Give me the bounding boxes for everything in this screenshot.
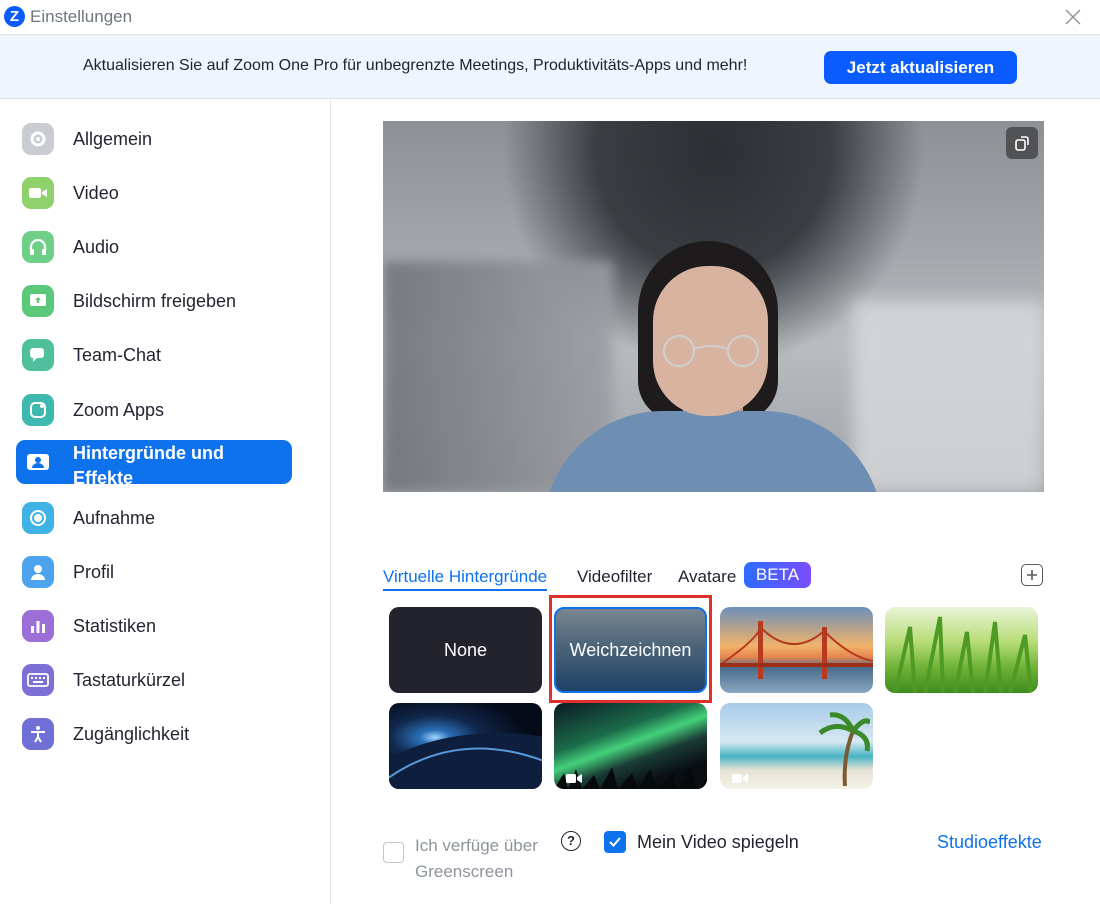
keyboard-icon — [22, 664, 54, 696]
background-earth[interactable] — [389, 703, 542, 789]
gear-icon — [22, 123, 54, 155]
close-icon[interactable] — [1062, 6, 1084, 28]
earth-image — [389, 733, 542, 789]
mirror-video-checkbox[interactable] — [604, 831, 626, 853]
sidebar-item-share-screen[interactable]: Bildschirm freigeben — [16, 279, 292, 323]
plus-icon — [1027, 570, 1037, 580]
profile-icon — [22, 556, 54, 588]
sidebar-item-label: Team-Chat — [73, 345, 162, 365]
settings-sidebar: Allgemein Video Audio Bildschirm freigeb… — [0, 99, 331, 904]
sidebar-item-label: Tastaturkürzel — [73, 670, 186, 690]
video-camera-icon — [732, 774, 748, 783]
upgrade-banner-text: Aktualisieren Sie auf Zoom One Pro für u… — [83, 57, 748, 74]
zoom-logo-icon: Z — [4, 6, 25, 27]
background-tabs: Virtuelle Hintergründe Videofilter Avata… — [383, 561, 1044, 591]
help-icon[interactable]: ? — [561, 831, 581, 851]
bridge-image — [720, 621, 873, 679]
headphones-icon — [22, 231, 54, 263]
greenscreen-checkbox[interactable] — [383, 842, 404, 863]
title-bar: Z Einstellungen — [0, 0, 1100, 34]
greenscreen-label: Ich verfüge über Greenscreen — [415, 836, 538, 881]
sidebar-item-label: Hintergründe und Effekte — [73, 443, 224, 488]
background-beach[interactable] — [720, 703, 873, 789]
video-camera-icon — [22, 177, 54, 209]
share-screen-icon — [22, 285, 54, 317]
sidebar-item-accessibility[interactable]: Zugänglichkeit — [16, 712, 292, 756]
sidebar-item-audio[interactable]: Audio — [16, 225, 292, 269]
sidebar-item-keyboard-shortcuts[interactable]: Tastaturkürzel — [16, 658, 292, 702]
tab-avatars[interactable]: Avatare — [678, 567, 736, 587]
sidebar-item-label: Bildschirm freigeben — [73, 291, 237, 311]
upgrade-now-button[interactable]: Jetzt aktualisieren — [824, 51, 1017, 84]
background-aurora[interactable] — [554, 703, 707, 789]
sidebar-item-statistics[interactable]: Statistiken — [16, 604, 292, 648]
background-golden-gate[interactable] — [720, 607, 873, 693]
beta-badge: BETA — [744, 562, 811, 588]
sidebar-item-recording[interactable]: Aufnahme — [16, 496, 292, 540]
background-label: None — [443, 639, 488, 660]
mirror-video-label: Mein Video spiegeln — [637, 832, 799, 852]
sidebar-item-label: Allgemein — [73, 129, 153, 149]
sidebar-item-label: Zugänglichkeit — [73, 724, 190, 744]
apps-icon — [22, 394, 54, 426]
sidebar-item-zoom-apps[interactable]: Zoom Apps — [16, 388, 292, 432]
sidebar-item-label: Zoom Apps — [73, 400, 165, 420]
record-icon — [22, 502, 54, 534]
background-icon — [22, 446, 54, 478]
sidebar-item-video[interactable]: Video — [16, 171, 292, 215]
video-camera-icon — [566, 774, 582, 783]
window-title: Einstellungen — [30, 7, 133, 26]
sidebar-item-label: Statistiken — [73, 616, 157, 636]
sidebar-item-label: Aufnahme — [73, 508, 156, 528]
accessibility-icon — [22, 718, 54, 750]
statistics-icon — [22, 610, 54, 642]
sidebar-item-team-chat[interactable]: Team-Chat — [16, 333, 292, 377]
studio-effects-link[interactable]: Studioeffekte — [937, 832, 1042, 853]
glasses-icon — [663, 335, 759, 367]
sidebar-item-profile[interactable]: Profil — [16, 550, 292, 594]
tab-virtual-backgrounds[interactable]: Virtuelle Hintergründe — [383, 567, 548, 591]
sidebar-item-label: Audio — [73, 237, 120, 257]
preview-background — [853, 301, 1044, 492]
sidebar-item-backgrounds-effects[interactable]: Hintergründe und Effekte — [16, 440, 292, 488]
upgrade-banner: Aktualisieren Sie auf Zoom One Pro für u… — [0, 34, 1100, 99]
rotate-camera-button[interactable] — [1006, 127, 1038, 159]
checkmark-icon — [609, 837, 621, 847]
tab-video-filters[interactable]: Videofilter — [577, 567, 652, 587]
video-preview — [383, 121, 1044, 492]
sidebar-item-label: Profil — [73, 562, 115, 582]
palm-tree-image — [818, 712, 870, 786]
add-background-button[interactable] — [1021, 564, 1043, 586]
selection-highlight — [549, 595, 712, 703]
background-grass[interactable] — [885, 607, 1038, 693]
grass-image — [893, 616, 1033, 693]
rotate-icon — [1015, 136, 1029, 151]
sidebar-item-general[interactable]: Allgemein — [16, 117, 292, 161]
background-none[interactable]: None — [389, 607, 542, 693]
sidebar-item-label: Video — [73, 183, 119, 203]
chat-icon — [22, 339, 54, 371]
